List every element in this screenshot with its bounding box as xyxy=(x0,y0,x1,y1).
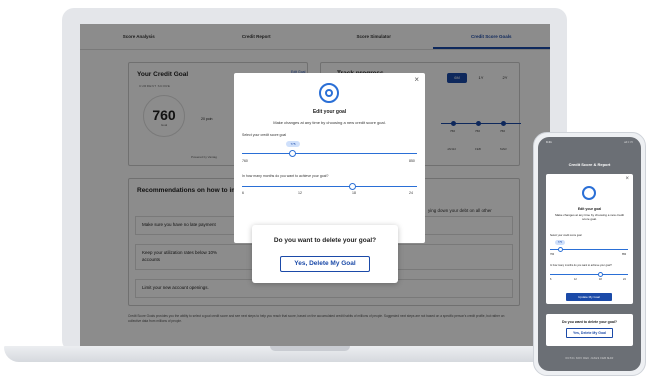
months-label: In how many months do you want to achiev… xyxy=(242,174,329,178)
delete-goal-panel: Do you want to delete your goal? Yes, De… xyxy=(252,225,398,283)
phone-months-tick: 6 xyxy=(550,278,552,281)
phone-months-slider-track[interactable] xyxy=(550,274,628,275)
close-icon[interactable]: × xyxy=(414,75,419,84)
score-slider-track[interactable] xyxy=(242,153,417,154)
phone-months-slider-thumb[interactable] xyxy=(598,272,603,277)
months-tick: 24 xyxy=(409,191,413,195)
phone-edit-goal-modal: × Edit your goal Make changes at any tim… xyxy=(546,174,633,304)
score-slider-thumb[interactable] xyxy=(289,150,296,157)
phone-time: 9:41 xyxy=(546,140,552,144)
laptop-screen: Score Analysis Credit Report Score Simul… xyxy=(80,24,550,346)
months-tick: 18 xyxy=(352,191,356,195)
phone-frame: 9:41 •ıl ≈ ▭ Credit Score & Report × Edi… xyxy=(533,132,646,376)
delete-goal-question: Do you want to delete your goal? xyxy=(273,237,377,244)
phone-modal-subtitle: Make changes at any time by choosing a n… xyxy=(555,213,624,222)
months-slider-track[interactable] xyxy=(242,186,417,187)
phone-delete-goal-button[interactable]: Yes, Delete My Goal xyxy=(566,328,613,338)
phone-screen: 9:41 •ıl ≈ ▭ Credit Score & Report × Edi… xyxy=(538,137,641,371)
months-tick: 12 xyxy=(298,191,302,195)
score-max-label: 850 xyxy=(409,159,415,163)
laptop-notch xyxy=(270,346,350,351)
months-tick: 6 xyxy=(242,191,244,195)
phone-score-max: 850 xyxy=(622,253,627,256)
score-min-label: 760 xyxy=(242,159,248,163)
target-icon xyxy=(319,83,339,103)
phone-score-slider-thumb[interactable] xyxy=(558,247,563,252)
phone-modal-title: Edit your goal xyxy=(577,207,602,211)
months-slider-thumb[interactable] xyxy=(349,183,356,190)
phone-score-label: Select your credit score goal xyxy=(550,234,582,237)
target-icon xyxy=(582,186,596,200)
phone-months-tick: 18 xyxy=(599,278,602,281)
phone-months-tick: 12 xyxy=(574,278,577,281)
delete-goal-button[interactable]: Yes, Delete My Goal xyxy=(280,256,370,272)
phone-delete-goal-panel: Do you want to delete your goal? Yes, De… xyxy=(546,314,633,346)
edit-goal-modal: × Edit your goal Make changes at any tim… xyxy=(234,73,425,243)
phone-score-min: 760 xyxy=(550,253,555,256)
phone-months-label: In how many months do you want to achiev… xyxy=(550,264,612,267)
phone-app-title: Credit Score & Report xyxy=(568,162,611,167)
phone-delete-goal-question: Do you want to delete your goal? xyxy=(561,320,618,324)
phone-months-footer: OCT21 NOV DEC JAN22 FEB MAR xyxy=(565,357,614,360)
modal-title: Edit your goal xyxy=(312,109,347,115)
modal-subtitle: Make changes at any time by choosing a n… xyxy=(273,120,386,125)
score-goal-pill: 775 xyxy=(286,141,300,147)
score-goal-label: Select your credit score goal xyxy=(242,133,287,137)
phone-months-tick: 24 xyxy=(623,278,626,281)
phone-score-pill: 775 xyxy=(555,240,565,245)
close-icon[interactable]: × xyxy=(625,176,629,182)
phone-status-icons: •ıl ≈ ▭ xyxy=(624,140,633,144)
phone-update-goal-button[interactable]: Update My Goal xyxy=(566,293,612,301)
